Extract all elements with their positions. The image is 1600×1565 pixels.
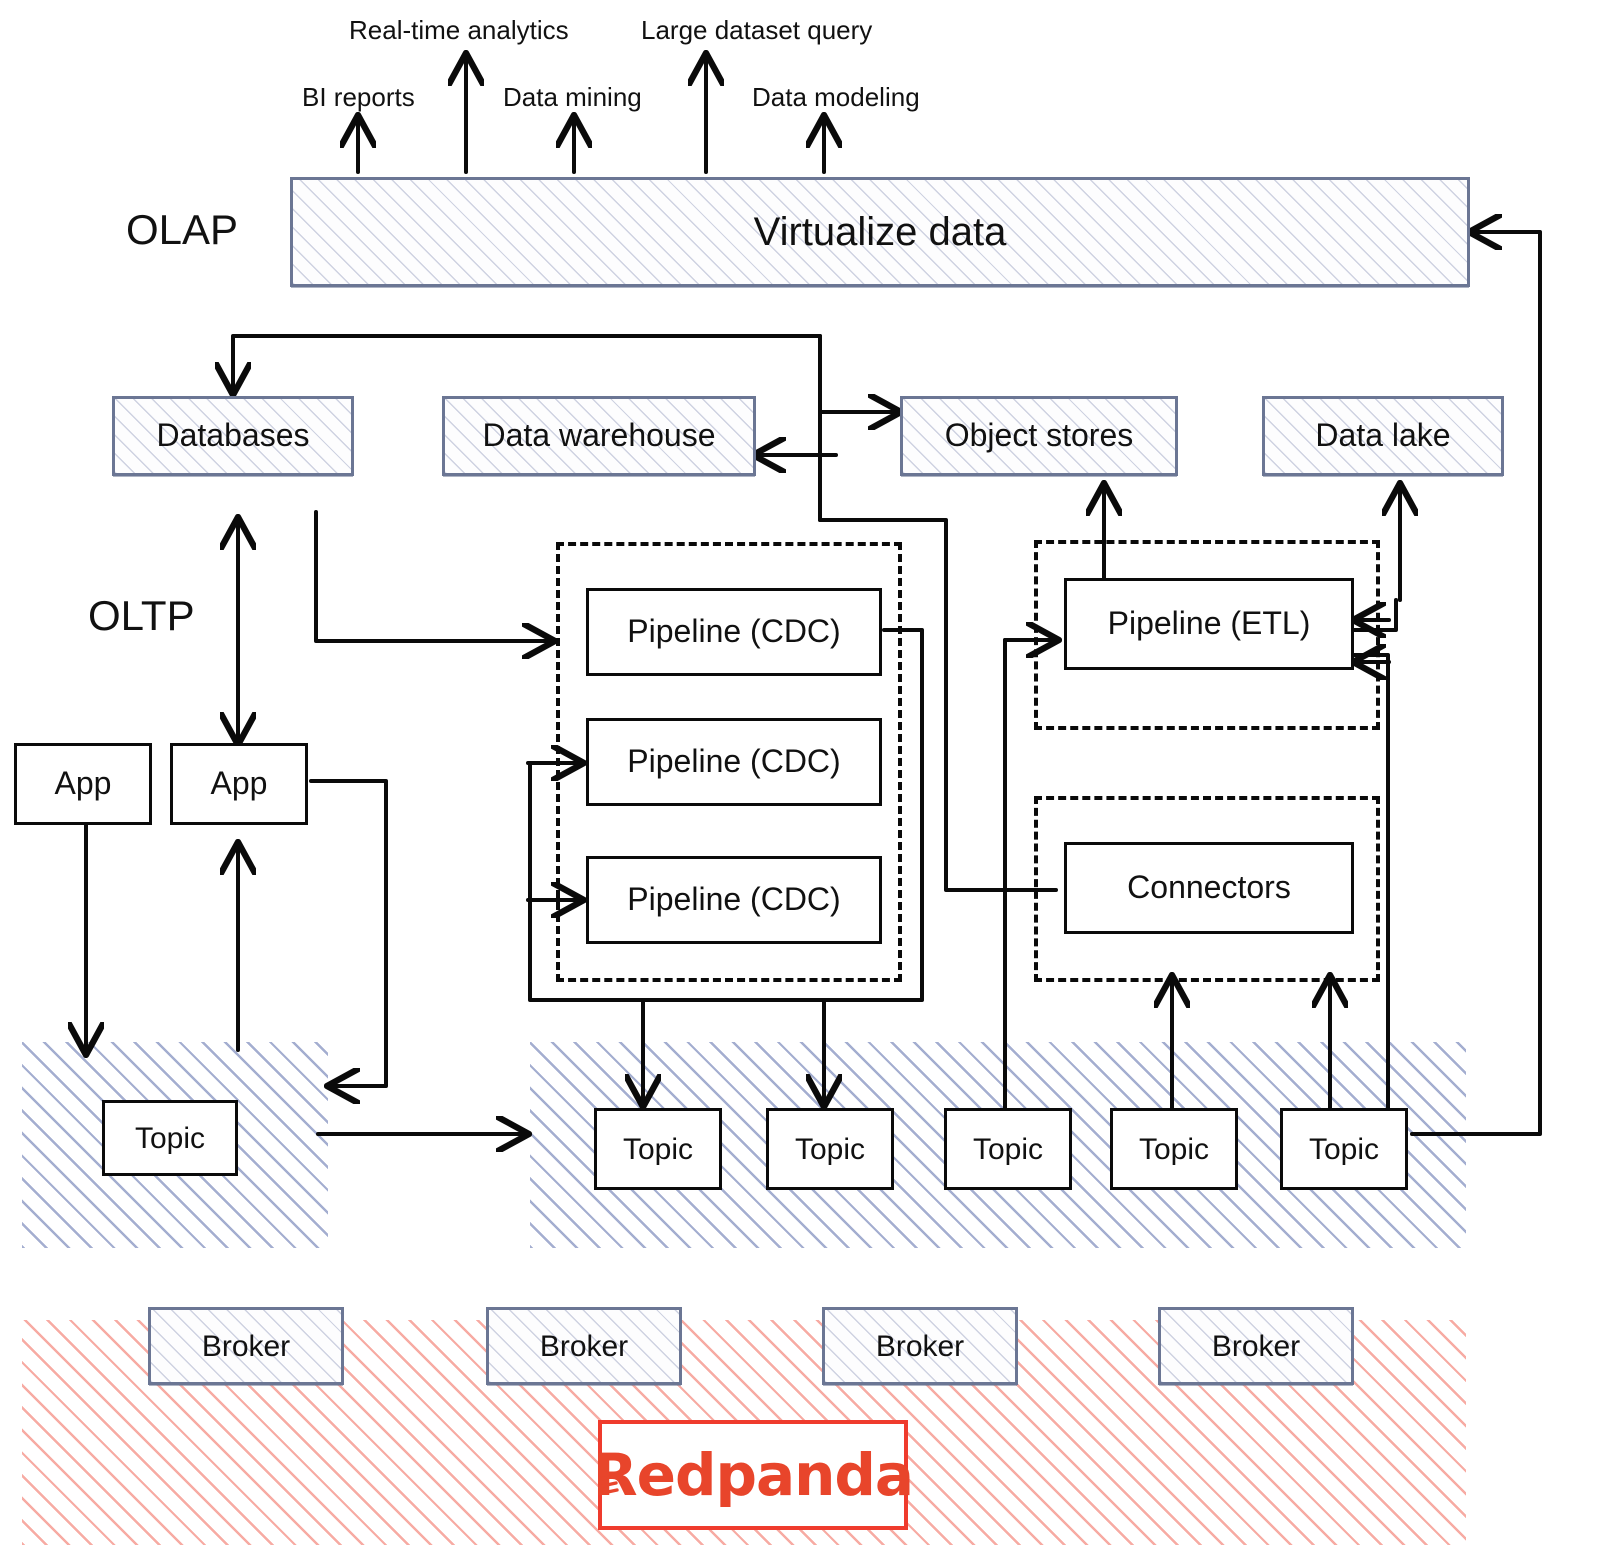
arrow-databases-to-cdc <box>314 510 552 641</box>
bus-topic7-to-virtualize <box>1410 230 1542 1136</box>
pipeline-cdc-box-3[interactable]: Pipeline (CDC) <box>586 856 882 944</box>
section-label-oltp: OLTP <box>88 592 195 639</box>
redpanda-logo-text: R edpanda <box>593 1441 914 1509</box>
topic-box-right-1[interactable]: Topic <box>594 1108 722 1190</box>
redpanda-logo-mark: R <box>593 1441 638 1509</box>
topic-box-left-1[interactable]: Topic <box>102 1100 238 1176</box>
broker-box-3[interactable]: Broker <box>822 1307 1018 1385</box>
pipeline-etl-box[interactable]: Pipeline (ETL) <box>1064 578 1354 670</box>
store-box-data-lake[interactable]: Data lake <box>1262 396 1504 476</box>
topic-box-right-3[interactable]: Topic <box>944 1108 1072 1190</box>
broker-box-2[interactable]: Broker <box>486 1307 682 1385</box>
redpanda-logo: R edpanda <box>593 1420 914 1530</box>
pipeline-cdc-box-1[interactable]: Pipeline (CDC) <box>586 588 882 676</box>
diagram-canvas: BI reports Real-time analytics Data mini… <box>0 0 1600 1565</box>
store-box-data-warehouse[interactable]: Data warehouse <box>442 396 756 476</box>
arrow-app2-to-topic-band <box>309 779 388 1086</box>
topic-box-right-4[interactable]: Topic <box>1110 1108 1238 1190</box>
bus-topic4-to-etl-up <box>1003 638 1012 1110</box>
store-box-object-stores[interactable]: Object stores <box>900 396 1178 476</box>
arrow-virtualize-to-databases <box>233 334 822 392</box>
broker-box-1[interactable]: Broker <box>148 1307 344 1385</box>
consumer-label-data-modeling: Data modeling <box>752 82 920 112</box>
app-box-2[interactable]: App <box>170 743 308 825</box>
broker-box-4[interactable]: Broker <box>1158 1307 1354 1385</box>
topic-box-right-5[interactable]: Topic <box>1280 1108 1408 1190</box>
virtualize-data-box[interactable]: Virtualize data <box>290 177 1470 287</box>
section-label-olap: OLAP <box>126 206 239 253</box>
consumer-label-realtime-analytics: Real-time analytics <box>349 15 569 45</box>
store-box-databases[interactable]: Databases <box>112 396 354 476</box>
pipeline-cdc-box-2[interactable]: Pipeline (CDC) <box>586 718 882 806</box>
app-box-1[interactable]: App <box>14 743 152 825</box>
consumer-label-large-dataset-query: Large dataset query <box>641 15 873 45</box>
consumer-label-data-mining: Data mining <box>503 82 642 112</box>
consumer-label-bi-reports: BI reports <box>302 82 415 112</box>
topic-box-right-2[interactable]: Topic <box>766 1108 894 1190</box>
connectors-box[interactable]: Connectors <box>1064 842 1354 934</box>
redpanda-logo-rest: edpanda <box>636 1441 914 1509</box>
